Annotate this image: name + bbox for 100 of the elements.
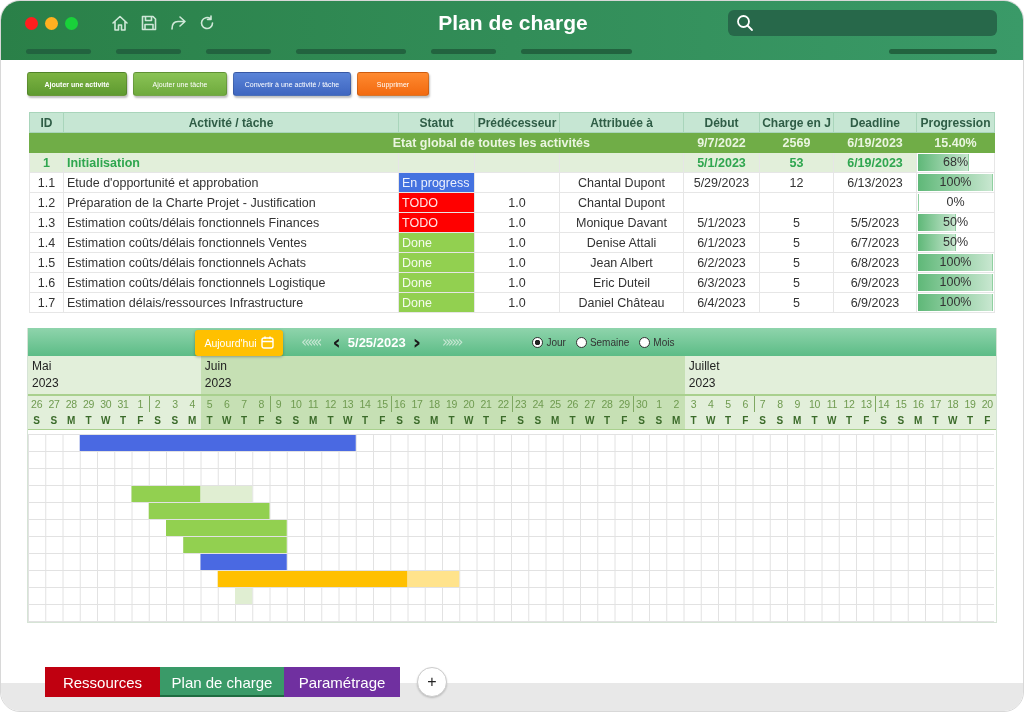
- current-date: 5/25/2023: [347, 334, 406, 350]
- weekday-letter: T: [719, 412, 737, 429]
- column-header: Prédécesseur: [474, 112, 560, 133]
- table-cell: Estimation délais/ressources Infrastructure: [63, 292, 399, 313]
- table-cell: 1.0: [474, 232, 560, 253]
- close-dot[interactable]: [25, 16, 38, 30]
- day-number: 18: [944, 396, 962, 412]
- table-cell: 1.4: [29, 232, 64, 253]
- column-header: Activité / tâche: [63, 112, 399, 133]
- day-number: 5: [719, 396, 737, 412]
- weekday-letter: S: [650, 412, 668, 429]
- day-number: 17: [408, 396, 426, 412]
- table-cell: 1.7: [29, 292, 64, 313]
- day-number: 13: [339, 396, 357, 412]
- day-number: 9: [270, 396, 288, 412]
- table-cell: Eric Duteil: [559, 272, 684, 293]
- table-cell: 1.0: [474, 252, 560, 273]
- table-cell: 6/8/2023: [833, 252, 917, 273]
- month-year: 2023: [204, 375, 233, 392]
- progress-value: 100%: [938, 254, 973, 271]
- day-number: 14: [875, 396, 893, 412]
- table-cell: 6/1/2023: [683, 232, 760, 253]
- month-name: Juillet: [688, 358, 721, 375]
- weekday-letter: W: [339, 412, 357, 429]
- radio-button[interactable]: [532, 336, 544, 348]
- table-cell: 1.6: [29, 272, 64, 293]
- share-arrow-icon[interactable]: [169, 14, 187, 32]
- weekday-letter: W: [218, 412, 236, 429]
- weekday-letter: W: [581, 412, 599, 429]
- previous-button[interactable]: ‹: [329, 330, 344, 354]
- table-cell: 1.3: [29, 212, 64, 233]
- month-year: 2023: [688, 375, 717, 392]
- progress-value: 50%: [942, 214, 969, 231]
- weekday-letter: S: [875, 412, 893, 429]
- radio-button[interactable]: [639, 336, 651, 348]
- window-title: Plan de charge: [437, 11, 589, 35]
- table-cell: 5/5/2023: [833, 212, 917, 233]
- table-cell: 6/2/2023: [683, 252, 760, 273]
- progress-value: 100%: [938, 274, 973, 291]
- table-cell: Estimation coûts/délais fonctionnels Achats: [63, 252, 399, 273]
- table-cell: 12: [759, 172, 834, 193]
- day-number: 2: [149, 396, 167, 412]
- scale-radio[interactable]: Jour: [532, 336, 566, 348]
- menu-placeholder-bar: [206, 48, 271, 54]
- weekday-letter: T: [840, 412, 858, 429]
- weekday-letter: S: [529, 412, 547, 429]
- save-icon[interactable]: [140, 14, 158, 32]
- day-number: 4: [702, 396, 720, 412]
- weekday-letter: S: [287, 412, 305, 429]
- table-cell: 5: [759, 292, 834, 313]
- progress-value: 68%: [942, 154, 969, 171]
- table-cell: Etude d'opportunité et approbation: [63, 172, 399, 193]
- table-cell: 5: [759, 212, 834, 233]
- weekday-letter: S: [391, 412, 409, 429]
- table-cell: 1.0: [474, 272, 560, 293]
- table-cell: 5/29/2023: [683, 172, 760, 193]
- scale-radio[interactable]: Semaine: [575, 336, 630, 348]
- search-field[interactable]: [728, 10, 997, 36]
- day-number: 27: [45, 396, 63, 412]
- sheet-tab[interactable]: Paramétrage: [284, 667, 400, 697]
- add-sheet-button[interactable]: +: [417, 667, 447, 697]
- day-number: 3: [166, 396, 184, 412]
- progress-value: 50%: [942, 234, 969, 251]
- day-number: 7: [754, 396, 772, 412]
- day-number: 30: [97, 396, 115, 412]
- radio-button[interactable]: [575, 336, 587, 348]
- refresh-icon[interactable]: [198, 14, 216, 32]
- calendar-icon: [260, 336, 274, 349]
- day-number: 26: [28, 396, 46, 412]
- weekday-letter: T: [356, 412, 374, 429]
- day-number: 11: [823, 396, 841, 412]
- progress-value: 0%: [945, 194, 966, 211]
- day-number: 19: [961, 396, 979, 412]
- weekday-letter: W: [97, 412, 115, 429]
- next-button[interactable]: ›: [409, 330, 424, 354]
- sheet-tab[interactable]: Plan de charge: [160, 667, 284, 697]
- progress-value: 100%: [938, 294, 973, 311]
- table-cell: 6/9/2023: [833, 272, 917, 293]
- weekday-letter: S: [633, 412, 651, 429]
- weekday-letter: W: [702, 412, 720, 429]
- day-number: 23: [512, 396, 530, 412]
- sheet-tab[interactable]: Ressources: [45, 667, 160, 697]
- table-cell: 1.0: [474, 292, 560, 313]
- maximize-dot[interactable]: [65, 16, 78, 30]
- menu-placeholder-bar: [431, 48, 496, 54]
- day-number: 14: [356, 396, 374, 412]
- menu-placeholder-bar: [116, 48, 181, 54]
- day-number: 30: [633, 396, 651, 412]
- minimize-dot[interactable]: [45, 16, 58, 30]
- month-name: Mai: [32, 358, 53, 375]
- scale-radio[interactable]: Mois: [639, 336, 675, 348]
- home-icon[interactable]: [111, 14, 129, 32]
- table-cell: Etat global de toutes les activités: [29, 132, 684, 153]
- table-cell: Estimation coûts/délais fonctionnels Ventes: [63, 232, 399, 253]
- table-cell: Estimation coûts/délais fonctionnels Logistique: [63, 272, 399, 293]
- column-header: ID: [29, 112, 64, 133]
- table-cell: Chantal Dupont: [559, 192, 684, 213]
- weekday-letter: T: [235, 412, 253, 429]
- day-number: 1: [650, 396, 668, 412]
- weekday-letter: T: [114, 412, 132, 429]
